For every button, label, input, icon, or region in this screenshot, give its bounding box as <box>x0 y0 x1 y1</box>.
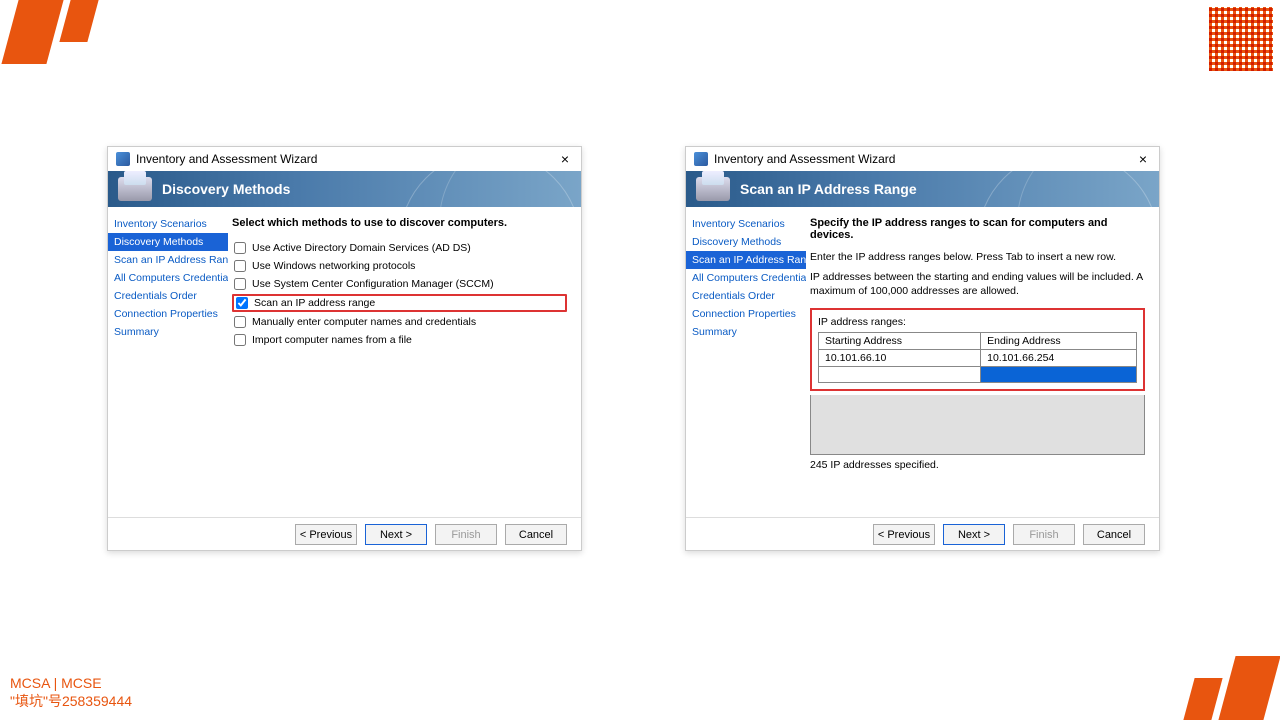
discovery-option[interactable]: Use Windows networking protocols <box>232 257 567 275</box>
option-label: Scan an IP address range <box>254 297 375 309</box>
nav-item[interactable]: Discovery Methods <box>108 233 228 251</box>
previous-button[interactable]: < Previous <box>295 524 357 545</box>
next-button[interactable]: Next > <box>365 524 427 545</box>
finish-button[interactable]: Finish <box>1013 524 1075 545</box>
wizard-title: Inventory and Assessment Wizard <box>136 152 317 166</box>
option-label: Use Active Directory Domain Services (AD… <box>252 242 471 254</box>
app-icon <box>694 152 708 166</box>
nav-item[interactable]: Credentials Order <box>686 287 806 305</box>
ip-start-cell[interactable]: 10.101.66.10 <box>819 350 981 367</box>
nav-item[interactable]: Inventory Scenarios <box>108 215 228 233</box>
ip-end-cell[interactable]: 10.101.66.254 <box>981 350 1137 367</box>
content-heading: Select which methods to use to discover … <box>232 217 567 229</box>
app-icon <box>116 152 130 166</box>
nav-item[interactable]: Scan an IP Address Range <box>686 251 806 269</box>
computer-icon <box>118 177 152 201</box>
close-icon[interactable]: × <box>1135 151 1151 167</box>
discovery-option[interactable]: Manually enter computer names and creden… <box>232 313 567 331</box>
ip-range-box: IP address ranges: Starting Address Endi… <box>810 308 1145 391</box>
wizard-buttons: < Previous Next > Finish Cancel <box>686 517 1159 551</box>
col-starting-address: Starting Address <box>819 333 981 350</box>
nav-item[interactable]: All Computers Credentials <box>108 269 228 287</box>
wizard-header-title: Scan an IP Address Range <box>740 181 917 197</box>
wizard-buttons: < Previous Next > Finish Cancel <box>108 517 581 551</box>
ip-start-cell[interactable] <box>819 367 981 383</box>
wizard-content: Select which methods to use to discover … <box>228 207 581 517</box>
wizard-header: Discovery Methods <box>108 171 581 207</box>
ip-grid-empty-area[interactable] <box>810 395 1145 455</box>
wizard-header: Scan an IP Address Range <box>686 171 1159 207</box>
ip-end-cell-selected[interactable] <box>981 367 1137 383</box>
wizard-titlebar: Inventory and Assessment Wizard × <box>108 147 581 171</box>
ip-row[interactable]: 10.101.66.1010.101.66.254 <box>819 350 1137 367</box>
col-ending-address: Ending Address <box>981 333 1137 350</box>
nav-item[interactable]: Connection Properties <box>686 305 806 323</box>
wizard-scan-ip-range: Inventory and Assessment Wizard × Scan a… <box>685 146 1160 551</box>
nav-item[interactable]: Summary <box>686 323 806 341</box>
nav-item[interactable]: Credentials Order <box>108 287 228 305</box>
wizard-nav: Inventory ScenariosDiscovery MethodsScan… <box>686 207 806 517</box>
option-checkbox[interactable] <box>236 297 248 309</box>
ip-row-empty[interactable] <box>819 367 1137 383</box>
option-label: Use Windows networking protocols <box>252 260 415 272</box>
nav-item[interactable]: Discovery Methods <box>686 233 806 251</box>
nav-item[interactable]: Scan an IP Address Range <box>108 251 228 269</box>
ip-range-table[interactable]: Starting Address Ending Address 10.101.6… <box>818 332 1137 383</box>
next-button[interactable]: Next > <box>943 524 1005 545</box>
content-instruction: Enter the IP address ranges below. Press… <box>810 251 1145 263</box>
wizard-discovery-methods: Inventory and Assessment Wizard × Discov… <box>107 146 582 551</box>
wizard-title: Inventory and Assessment Wizard <box>714 152 895 166</box>
cancel-button[interactable]: Cancel <box>505 524 567 545</box>
footer-text: MCSA | MCSE "填坑"号258359444 <box>10 674 132 710</box>
option-label: Use System Center Configuration Manager … <box>252 278 494 290</box>
option-label: Manually enter computer names and creden… <box>252 316 476 328</box>
ip-ranges-label: IP address ranges: <box>818 316 1137 328</box>
option-checkbox[interactable] <box>234 242 246 254</box>
option-checkbox[interactable] <box>234 260 246 272</box>
discovery-option[interactable]: Use System Center Configuration Manager … <box>232 275 567 293</box>
previous-button[interactable]: < Previous <box>873 524 935 545</box>
footer-line1: MCSA | MCSE <box>10 674 132 692</box>
nav-item[interactable]: All Computers Credentials <box>686 269 806 287</box>
discovery-option[interactable]: Import computer names from a file <box>232 331 567 349</box>
discovery-option[interactable]: Scan an IP address range <box>232 294 567 312</box>
wizard-nav: Inventory ScenariosDiscovery MethodsScan… <box>108 207 228 517</box>
option-label: Import computer names from a file <box>252 334 412 346</box>
computer-icon <box>696 177 730 201</box>
nav-item[interactable]: Summary <box>108 323 228 341</box>
nav-item[interactable]: Connection Properties <box>108 305 228 323</box>
cancel-button[interactable]: Cancel <box>1083 524 1145 545</box>
discovery-option[interactable]: Use Active Directory Domain Services (AD… <box>232 239 567 257</box>
content-heading: Specify the IP address ranges to scan fo… <box>810 217 1145 241</box>
content-note: IP addresses between the starting and en… <box>810 271 1145 298</box>
close-icon[interactable]: × <box>557 151 573 167</box>
footer-line2: "填坑"号258359444 <box>10 692 132 710</box>
qr-code-icon <box>1207 5 1275 73</box>
option-checkbox[interactable] <box>234 278 246 290</box>
wizard-header-title: Discovery Methods <box>162 181 290 197</box>
option-checkbox[interactable] <box>234 316 246 328</box>
option-checkbox[interactable] <box>234 334 246 346</box>
nav-item[interactable]: Inventory Scenarios <box>686 215 806 233</box>
finish-button[interactable]: Finish <box>435 524 497 545</box>
wizard-content: Specify the IP address ranges to scan fo… <box>806 207 1159 517</box>
ip-count-label: 245 IP addresses specified. <box>810 459 1145 471</box>
wizard-titlebar: Inventory and Assessment Wizard × <box>686 147 1159 171</box>
